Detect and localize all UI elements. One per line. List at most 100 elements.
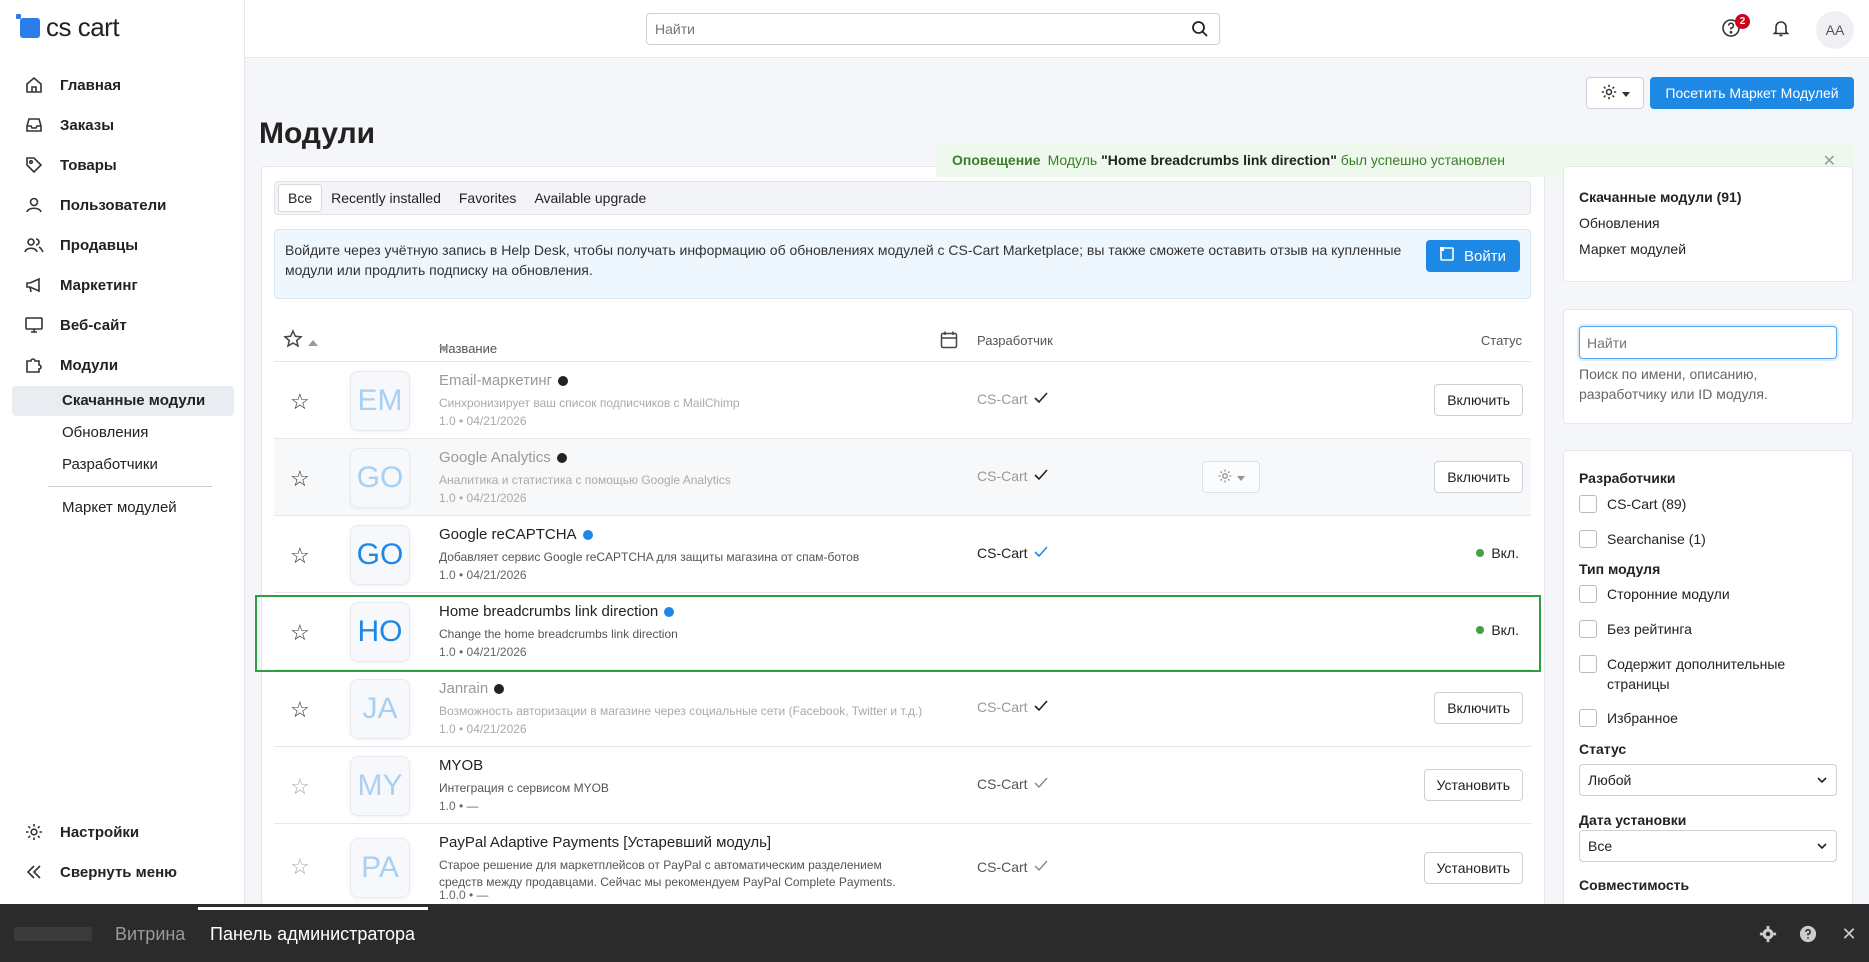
subnav-downloaded-modules[interactable]: Скачанные модули (62, 392, 205, 409)
filter-checkbox[interactable]: Searchanise (1) (1579, 529, 1839, 549)
module-developer: CS-Cart (977, 776, 1048, 792)
filter-checkbox[interactable]: Содержит дополнительные страницы (1579, 654, 1809, 694)
sidebar-item-label: Свернуть меню (60, 863, 177, 881)
tag-icon (24, 155, 44, 175)
gear-icon (24, 822, 44, 842)
filter-checkbox[interactable]: CS-Cart (89) (1579, 494, 1839, 514)
admin-panel-tab[interactable]: Панель администратора (210, 924, 415, 945)
favorite-star-icon[interactable]: ☆ (290, 854, 310, 880)
module-row[interactable]: ☆ EM Email-маркетинг Синхронизирует ваш … (274, 362, 1531, 439)
collapse-menu-button[interactable]: Свернуть меню (24, 860, 177, 884)
filter-checkbox[interactable]: Сторонние модули (1579, 584, 1839, 604)
checkbox[interactable] (1579, 709, 1597, 727)
favorite-star-icon[interactable]: ☆ (290, 389, 310, 415)
favorite-star-icon[interactable]: ☆ (290, 466, 310, 492)
sidebar-item-settings[interactable]: Настройки (24, 820, 139, 844)
module-name[interactable]: Email-маркетинг (439, 372, 569, 389)
module-logo: JA (350, 679, 410, 739)
sidebar-item-users[interactable]: Пользователи (24, 193, 166, 217)
module-row[interactable]: ☆ JA Janrain Возможность авторизации в м… (274, 670, 1531, 747)
sidebar-item-products[interactable]: Товары (24, 153, 117, 177)
module-developer: CS-Cart (977, 545, 1048, 561)
bottom-bar: Витрина Панель администратора ✕ (0, 904, 1869, 962)
module-status[interactable]: Вкл. (1476, 545, 1519, 561)
favorite-sort-star-icon[interactable] (283, 329, 303, 352)
close-icon[interactable]: ✕ (1840, 924, 1858, 944)
module-description: Старое решение для маркетплейсов от PayP… (439, 858, 896, 889)
checkbox[interactable] (1579, 620, 1597, 638)
notifications-button[interactable] (1769, 14, 1793, 44)
module-logo: GO (350, 448, 410, 508)
module-name[interactable]: Janrain (439, 680, 505, 697)
module-row[interactable]: ☆ GO Google Analytics Аналитика и статис… (274, 439, 1531, 516)
sidebar-item-website[interactable]: Веб-сайт (24, 313, 127, 337)
module-name-text: Google reCAPTCHA (439, 526, 577, 543)
favorite-star-icon[interactable]: ☆ (290, 774, 310, 800)
favorite-star-icon[interactable]: ☆ (290, 697, 310, 723)
enable-button[interactable]: Включить (1434, 461, 1523, 493)
checkbox[interactable] (1579, 495, 1597, 513)
sidebar-item-modules[interactable]: Модули (24, 353, 118, 377)
module-row[interactable]: ☆ GO Google reCAPTCHA Добавляет сервис G… (274, 516, 1531, 593)
checkbox[interactable] (1579, 585, 1597, 603)
helpdesk-login-button[interactable]: Войти (1426, 240, 1520, 272)
status-dot-icon (558, 375, 569, 386)
filter-checkbox[interactable]: Без рейтинга (1579, 619, 1839, 639)
calendar-icon[interactable] (940, 330, 958, 353)
visit-marketplace-button[interactable]: Посетить Маркет Модулей (1650, 77, 1854, 109)
sidebar-item-marketing[interactable]: Маркетинг (24, 273, 138, 297)
help-icon[interactable] (1799, 925, 1817, 943)
users-icon (24, 235, 44, 255)
module-name[interactable]: Google reCAPTCHA (439, 526, 593, 543)
storefront-tab[interactable]: Витрина (115, 924, 185, 945)
module-row[interactable]: ☆ MY MYOB Интеграция с сервисом MYOB 1.0… (274, 747, 1531, 824)
install-button[interactable]: Установить (1423, 769, 1523, 801)
search-icon[interactable] (1191, 20, 1209, 41)
filter-checkbox[interactable]: Избранное (1579, 708, 1839, 728)
tab-favorites[interactable]: Favorites (450, 184, 526, 212)
enable-button[interactable]: Включить (1434, 692, 1523, 724)
tab-recently-installed[interactable]: Recently installed (322, 184, 450, 212)
check-icon (1034, 859, 1048, 875)
checkbox[interactable] (1579, 530, 1597, 548)
install-date-select[interactable]: Все (1579, 830, 1837, 862)
highlight-frame (255, 595, 1541, 672)
favorite-star-icon[interactable]: ☆ (290, 543, 310, 569)
status-select[interactable]: Любой (1579, 764, 1837, 796)
subnav-updates[interactable]: Обновления (62, 424, 148, 441)
page-settings-dropdown[interactable] (1586, 77, 1644, 109)
sidebar-item-label: Маркетинг (60, 276, 138, 294)
module-settings-dropdown[interactable] (1202, 461, 1260, 493)
tab-all[interactable]: Все (278, 184, 323, 212)
enable-button[interactable]: Включить (1434, 384, 1523, 416)
module-name[interactable]: PayPal Adaptive Payments [Устаревший мод… (439, 834, 771, 851)
filter-label: Избранное (1607, 710, 1678, 726)
module-description: Добавляет сервис Google reCAPTCHA для за… (439, 550, 860, 564)
subnav-marketplace[interactable]: Маркет модулей (62, 499, 177, 516)
module-search-input[interactable] (1580, 327, 1836, 358)
side-link-downloaded[interactable]: Скачанные модули (91) (1579, 189, 1742, 205)
developer-name: CS-Cart (977, 776, 1028, 792)
subnav-developers[interactable]: Разработчики (62, 456, 158, 473)
side-link-marketplace[interactable]: Маркет модулей (1579, 241, 1686, 257)
check-icon (1033, 391, 1048, 407)
module-row[interactable]: ☆ PA PayPal Adaptive Payments [Устаревши… (274, 824, 1531, 906)
sidebar-item-orders[interactable]: Заказы (24, 113, 114, 137)
gear-icon[interactable] (1759, 925, 1777, 943)
side-link-updates[interactable]: Обновления (1579, 215, 1660, 231)
sort-asc-icon[interactable] (308, 334, 318, 349)
module-name[interactable]: MYOB (439, 757, 483, 774)
global-search-input[interactable] (647, 14, 1147, 44)
sidebar-item-vendors[interactable]: Продавцы (24, 233, 138, 257)
user-avatar[interactable]: AA (1816, 11, 1854, 49)
brand-logo[interactable]: cs cart (16, 12, 120, 43)
sidebar-item-home[interactable]: Главная (24, 73, 121, 97)
module-name[interactable]: Google Analytics (439, 449, 567, 466)
sidebar-item-label: Модули (60, 356, 119, 374)
install-button[interactable]: Установить (1423, 852, 1523, 884)
tab-available-upgrade[interactable]: Available upgrade (525, 184, 655, 212)
checkbox[interactable] (1579, 655, 1597, 673)
check-icon (1033, 468, 1048, 484)
filter-label: Searchanise (1) (1607, 531, 1706, 547)
gear-icon (1600, 83, 1618, 104)
